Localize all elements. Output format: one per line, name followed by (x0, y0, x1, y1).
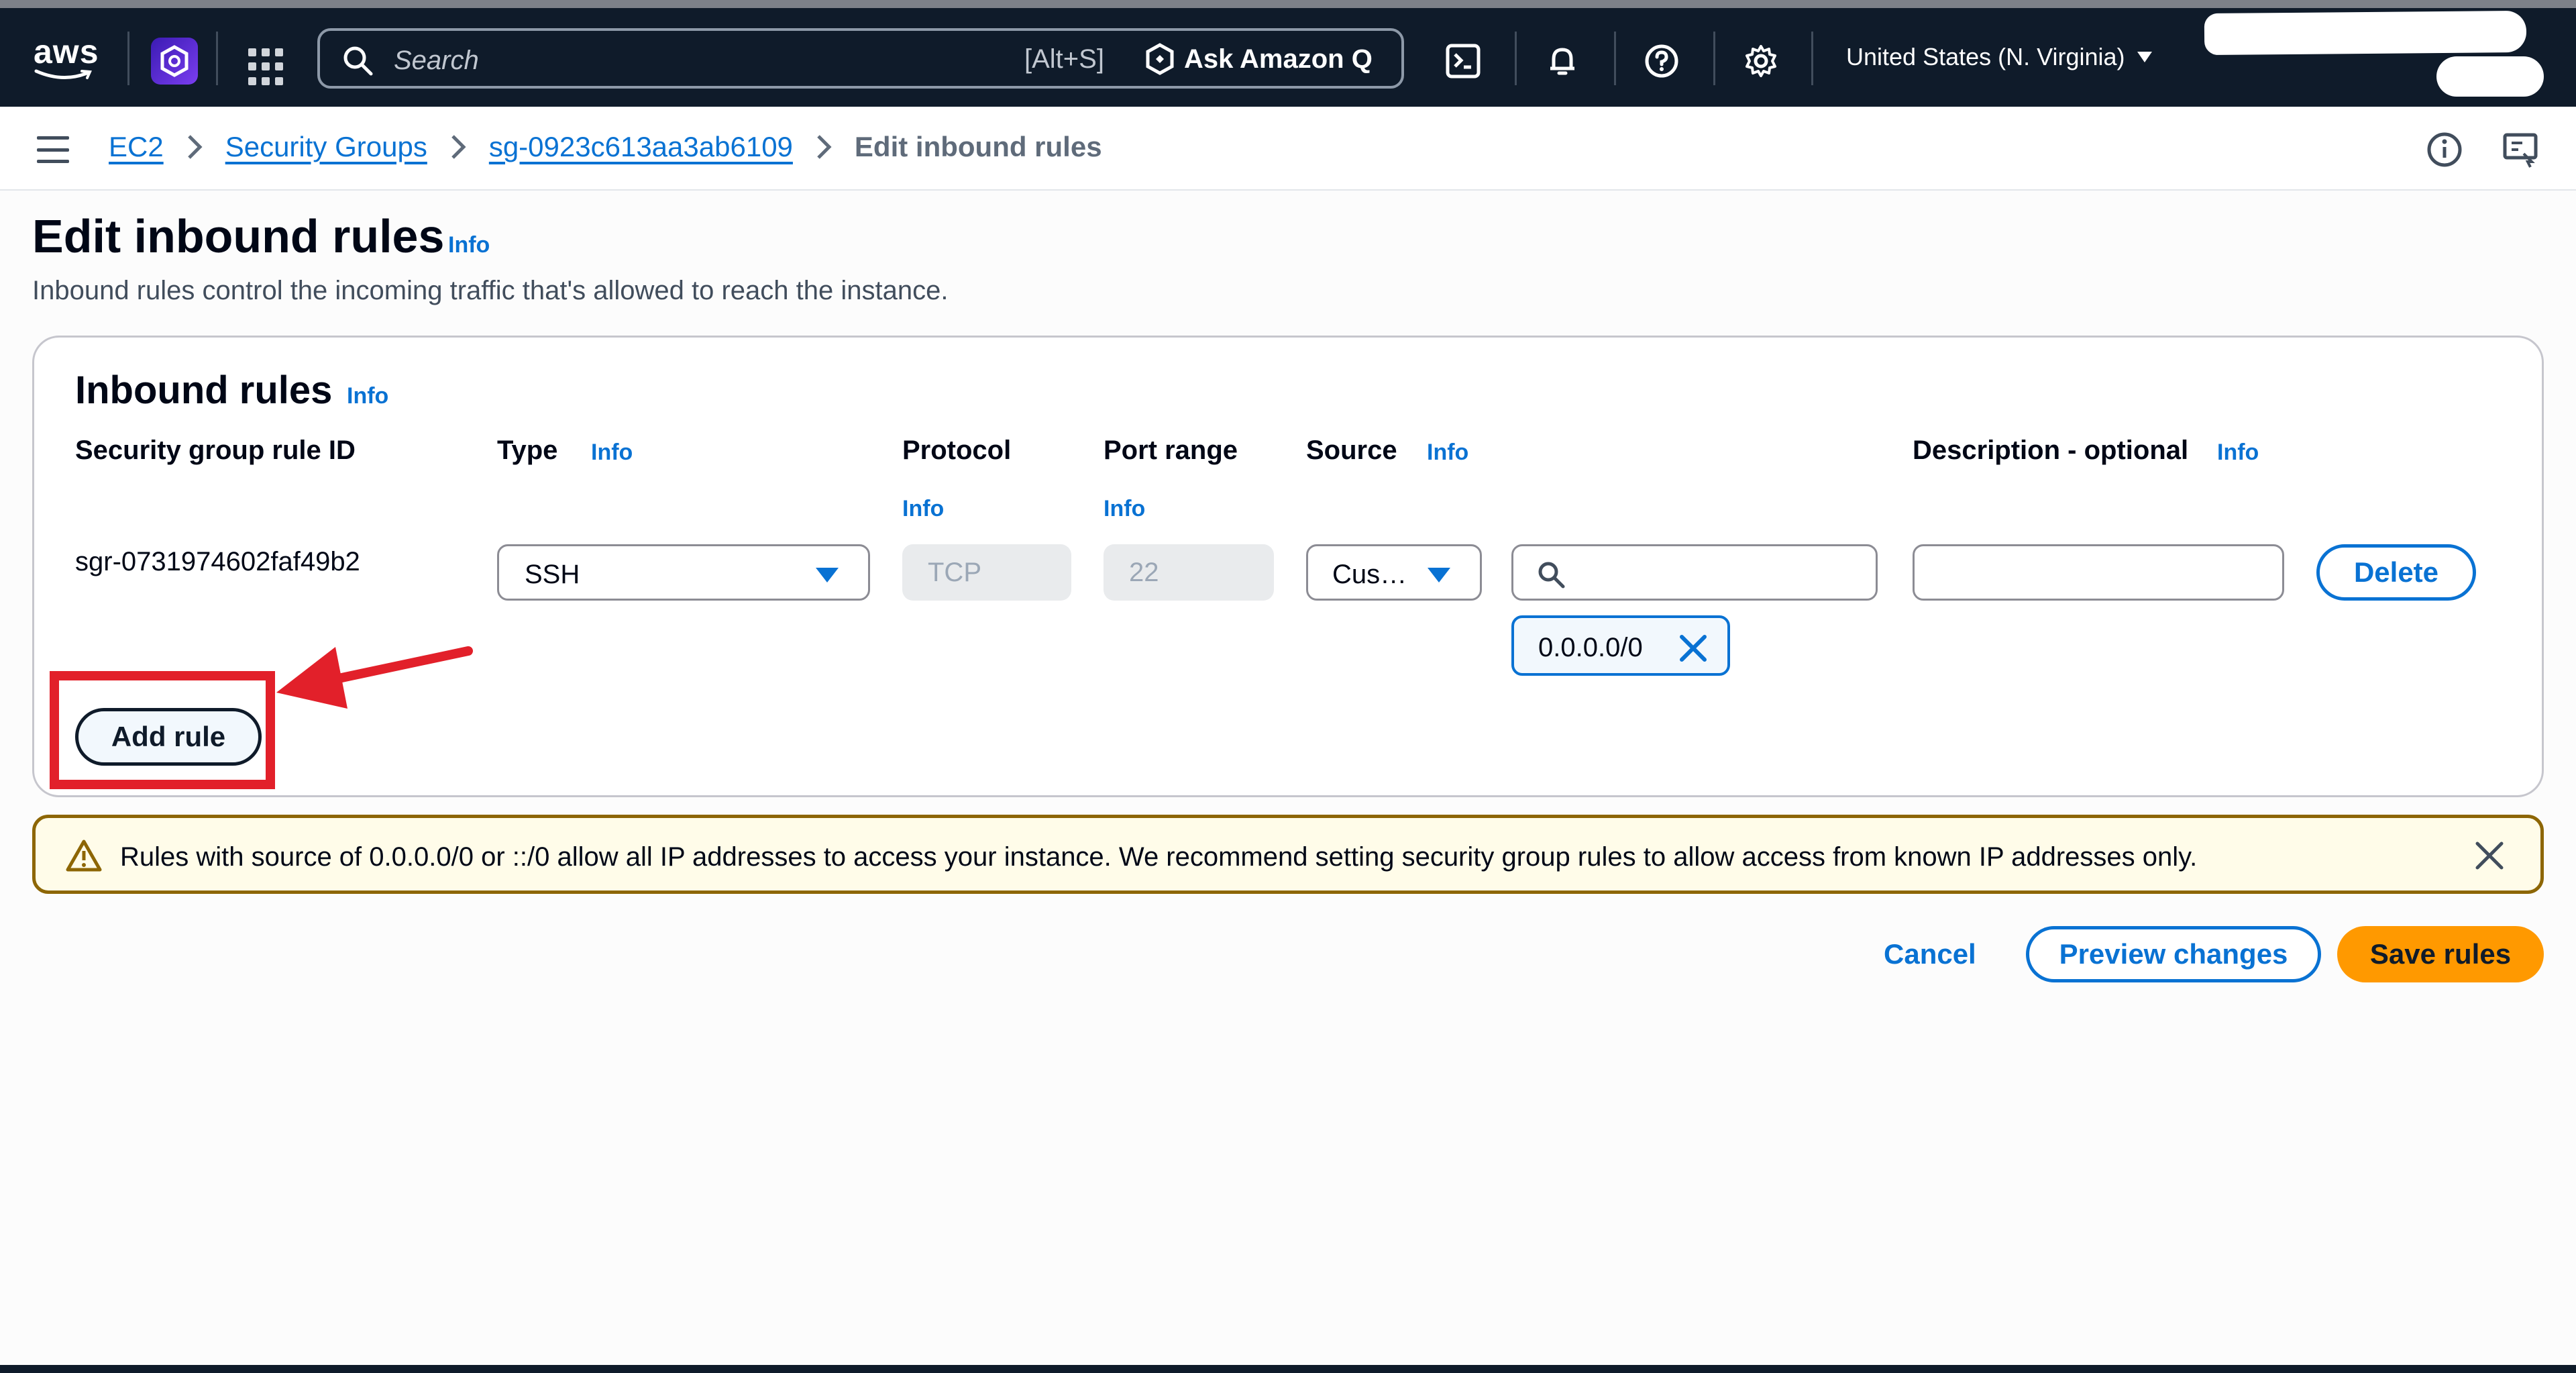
caret-down-icon (2137, 52, 2152, 62)
inbound-rules-panel: Inbound rules Info Security group rule I… (32, 336, 2544, 797)
breadcrumb-bar: EC2 Security Groups sg-0923c613aa3ab6109… (0, 107, 2576, 191)
divider (1811, 32, 1813, 85)
aws-console-page: aws [Alt+S] (0, 0, 2576, 1373)
caret-down-icon (1428, 568, 1450, 582)
notifications-bell-icon[interactable] (1542, 40, 1583, 82)
type-select-value: SSH (525, 560, 580, 589)
protocol-value: TCP (928, 558, 981, 587)
search-shortcut: [Alt+S] (1024, 44, 1104, 74)
source-info-link[interactable]: Info (1427, 440, 1468, 466)
port-range-value: 22 (1129, 558, 1159, 587)
caret-down-icon (816, 568, 839, 582)
annotation-highlight-box (50, 671, 275, 789)
divider (1614, 32, 1616, 85)
page-info-link[interactable]: Info (448, 232, 490, 258)
breadcrumb-security-group-id[interactable]: sg-0923c613aa3ab6109 (489, 131, 793, 163)
chevron-right-icon (445, 134, 472, 160)
protocol-field: TCP (902, 544, 1071, 601)
description-input[interactable] (1915, 546, 2282, 599)
divider (127, 32, 129, 85)
page-title: Edit inbound rules (32, 210, 445, 262)
aws-logo-text: aws (34, 33, 99, 70)
annotation-arrow (276, 646, 473, 709)
breadcrumb-ec2[interactable]: EC2 (109, 131, 164, 163)
panel-info-link[interactable]: Info (347, 383, 388, 409)
services-grid-icon[interactable] (248, 48, 286, 86)
warning-alert-text: Rules with source of 0.0.0.0/0 or ::/0 a… (120, 842, 2198, 872)
breadcrumb: EC2 Security Groups sg-0923c613aa3ab6109… (109, 131, 1102, 163)
browser-strip (0, 0, 2576, 8)
breadcrumb-current: Edit inbound rules (854, 131, 1102, 162)
source-token-value: 0.0.0.0/0 (1538, 633, 1643, 662)
amazon-q-icon[interactable] (151, 38, 198, 85)
panel-title: Inbound rules (75, 368, 333, 412)
source-search-field[interactable] (1511, 544, 1878, 601)
preview-changes-button[interactable]: Preview changes (2026, 926, 2321, 982)
top-navigation-bar: aws [Alt+S] (0, 8, 2576, 107)
type-info-link[interactable]: Info (591, 440, 633, 466)
close-icon[interactable] (2473, 840, 2506, 872)
menu-icon[interactable] (37, 136, 69, 163)
aws-smile-icon (34, 69, 92, 79)
column-header-port-range: Port range (1104, 436, 1238, 465)
region-selector[interactable]: United States (N. Virginia) (1846, 43, 2152, 71)
help-icon[interactable] (1641, 40, 1682, 82)
divider (216, 32, 218, 85)
warning-alert: Rules with source of 0.0.0.0/0 or ::/0 a… (32, 815, 2544, 894)
search-input[interactable] (394, 46, 998, 75)
region-label: United States (N. Virginia) (1846, 43, 2125, 70)
page-description: Inbound rules control the incoming traff… (32, 276, 949, 305)
divider (1713, 32, 1715, 85)
warning-triangle-icon (66, 840, 102, 872)
port-range-info-link[interactable]: Info (1104, 496, 1145, 522)
search-box[interactable]: [Alt+S] Ask Amazon Q (317, 28, 1404, 89)
ask-amazon-q-button[interactable]: Ask Amazon Q (1145, 40, 1373, 78)
divider (1515, 32, 1517, 85)
info-circle-icon[interactable] (2426, 131, 2463, 168)
delete-rule-button[interactable]: Delete (2316, 544, 2476, 601)
column-header-description: Description - optional (1913, 436, 2189, 465)
settings-gear-icon[interactable] (1740, 40, 1782, 82)
redacted-account-id (2436, 56, 2544, 97)
search-icon (343, 46, 373, 76)
bottom-strip (0, 1365, 2576, 1373)
type-select[interactable]: SSH (497, 544, 870, 601)
source-search-input[interactable] (1513, 546, 1876, 599)
source-type-value: Cus… (1332, 560, 1407, 589)
source-type-select[interactable]: Cus… (1306, 544, 1482, 601)
description-info-link[interactable]: Info (2217, 440, 2259, 466)
source-token: 0.0.0.0/0 (1511, 615, 1730, 676)
port-range-field: 22 (1104, 544, 1274, 601)
rule-id-value: sgr-0731974602faf49b2 (75, 547, 360, 576)
cloudshell-icon[interactable] (1442, 40, 1484, 82)
protocol-info-link[interactable]: Info (902, 496, 944, 522)
breadcrumb-security-groups[interactable]: Security Groups (225, 131, 427, 163)
column-header-source: Source (1306, 436, 1397, 465)
chevron-right-icon (181, 134, 208, 160)
amazon-q-small-icon (1146, 43, 1174, 75)
redacted-account-name (2204, 10, 2527, 56)
hexagon-icon (160, 45, 189, 77)
chevron-right-icon (810, 134, 837, 160)
save-rules-button[interactable]: Save rules (2337, 926, 2544, 982)
cancel-button[interactable]: Cancel (1884, 938, 1976, 970)
column-header-type: Type (497, 436, 558, 465)
tutorial-panel-icon[interactable] (2502, 131, 2540, 168)
column-header-protocol: Protocol (902, 436, 1012, 465)
remove-token-icon[interactable] (1678, 633, 1709, 664)
description-field[interactable] (1913, 544, 2284, 601)
aws-logo[interactable]: aws (34, 35, 101, 85)
ask-amazon-q-label: Ask Amazon Q (1184, 44, 1373, 74)
column-header-rule-id: Security group rule ID (75, 436, 356, 465)
